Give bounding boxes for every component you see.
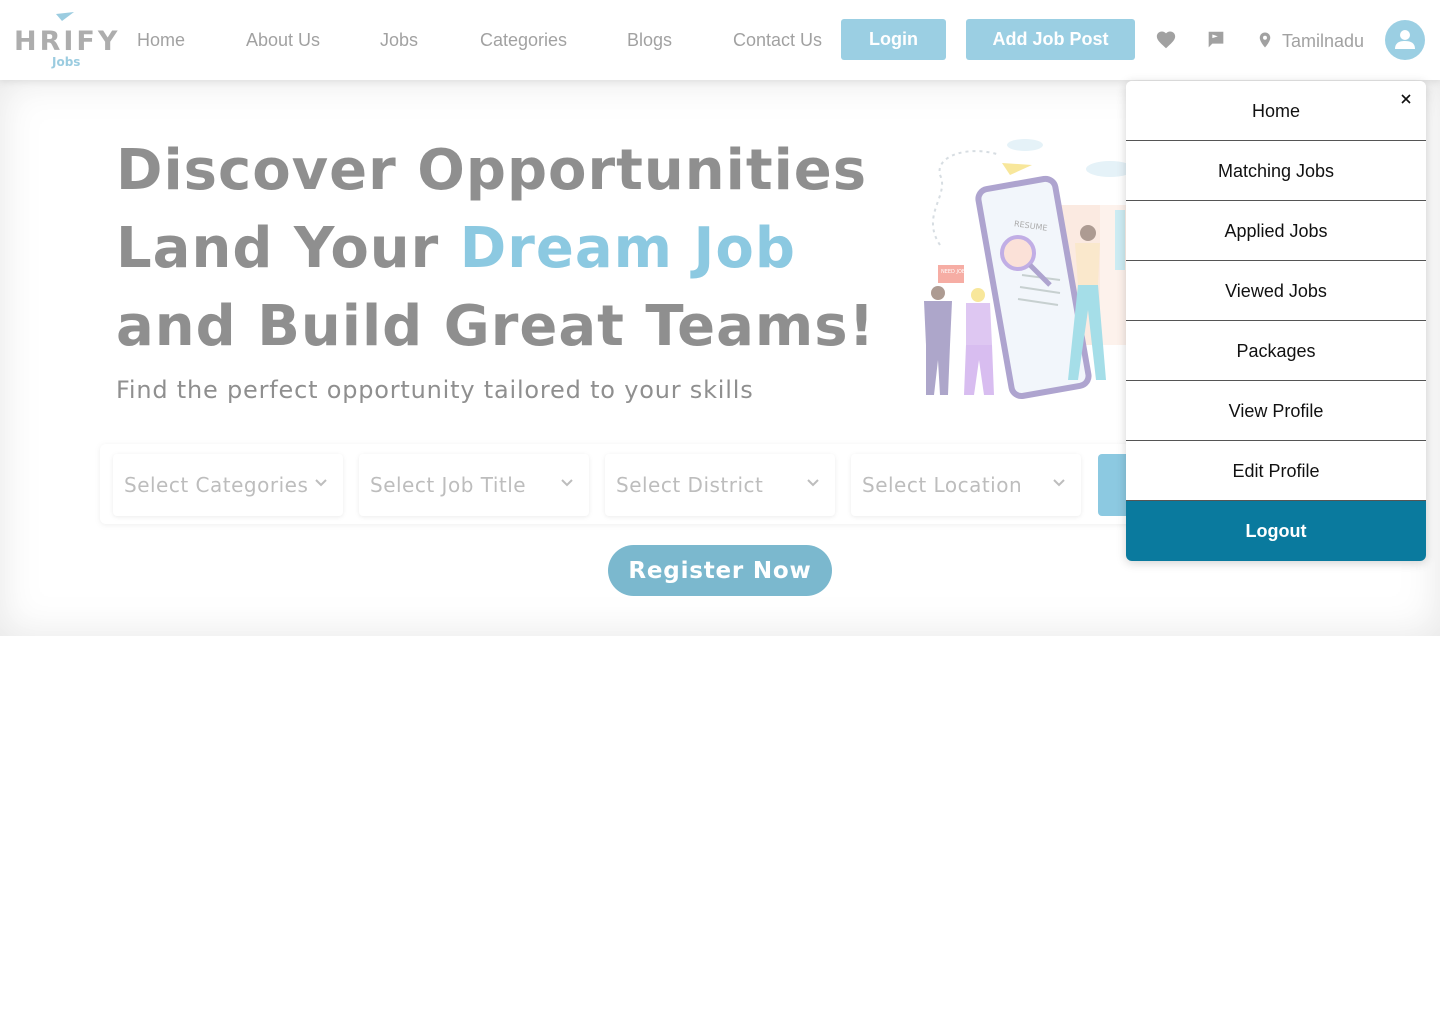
menu-item-home[interactable]: Home <box>1126 81 1426 141</box>
close-icon[interactable] <box>1398 91 1414 107</box>
menu-item-view-profile[interactable]: View Profile <box>1126 381 1426 441</box>
logout-button[interactable]: Logout <box>1126 501 1426 561</box>
menu-item-packages[interactable]: Packages <box>1126 321 1426 381</box>
menu-item-edit-profile[interactable]: Edit Profile <box>1126 441 1426 501</box>
user-dropdown-menu: Home Matching Jobs Applied Jobs Viewed J… <box>1126 81 1426 561</box>
menu-item-viewed-jobs[interactable]: Viewed Jobs <box>1126 261 1426 321</box>
menu-item-applied-jobs[interactable]: Applied Jobs <box>1126 201 1426 261</box>
menu-item-matching-jobs[interactable]: Matching Jobs <box>1126 141 1426 201</box>
